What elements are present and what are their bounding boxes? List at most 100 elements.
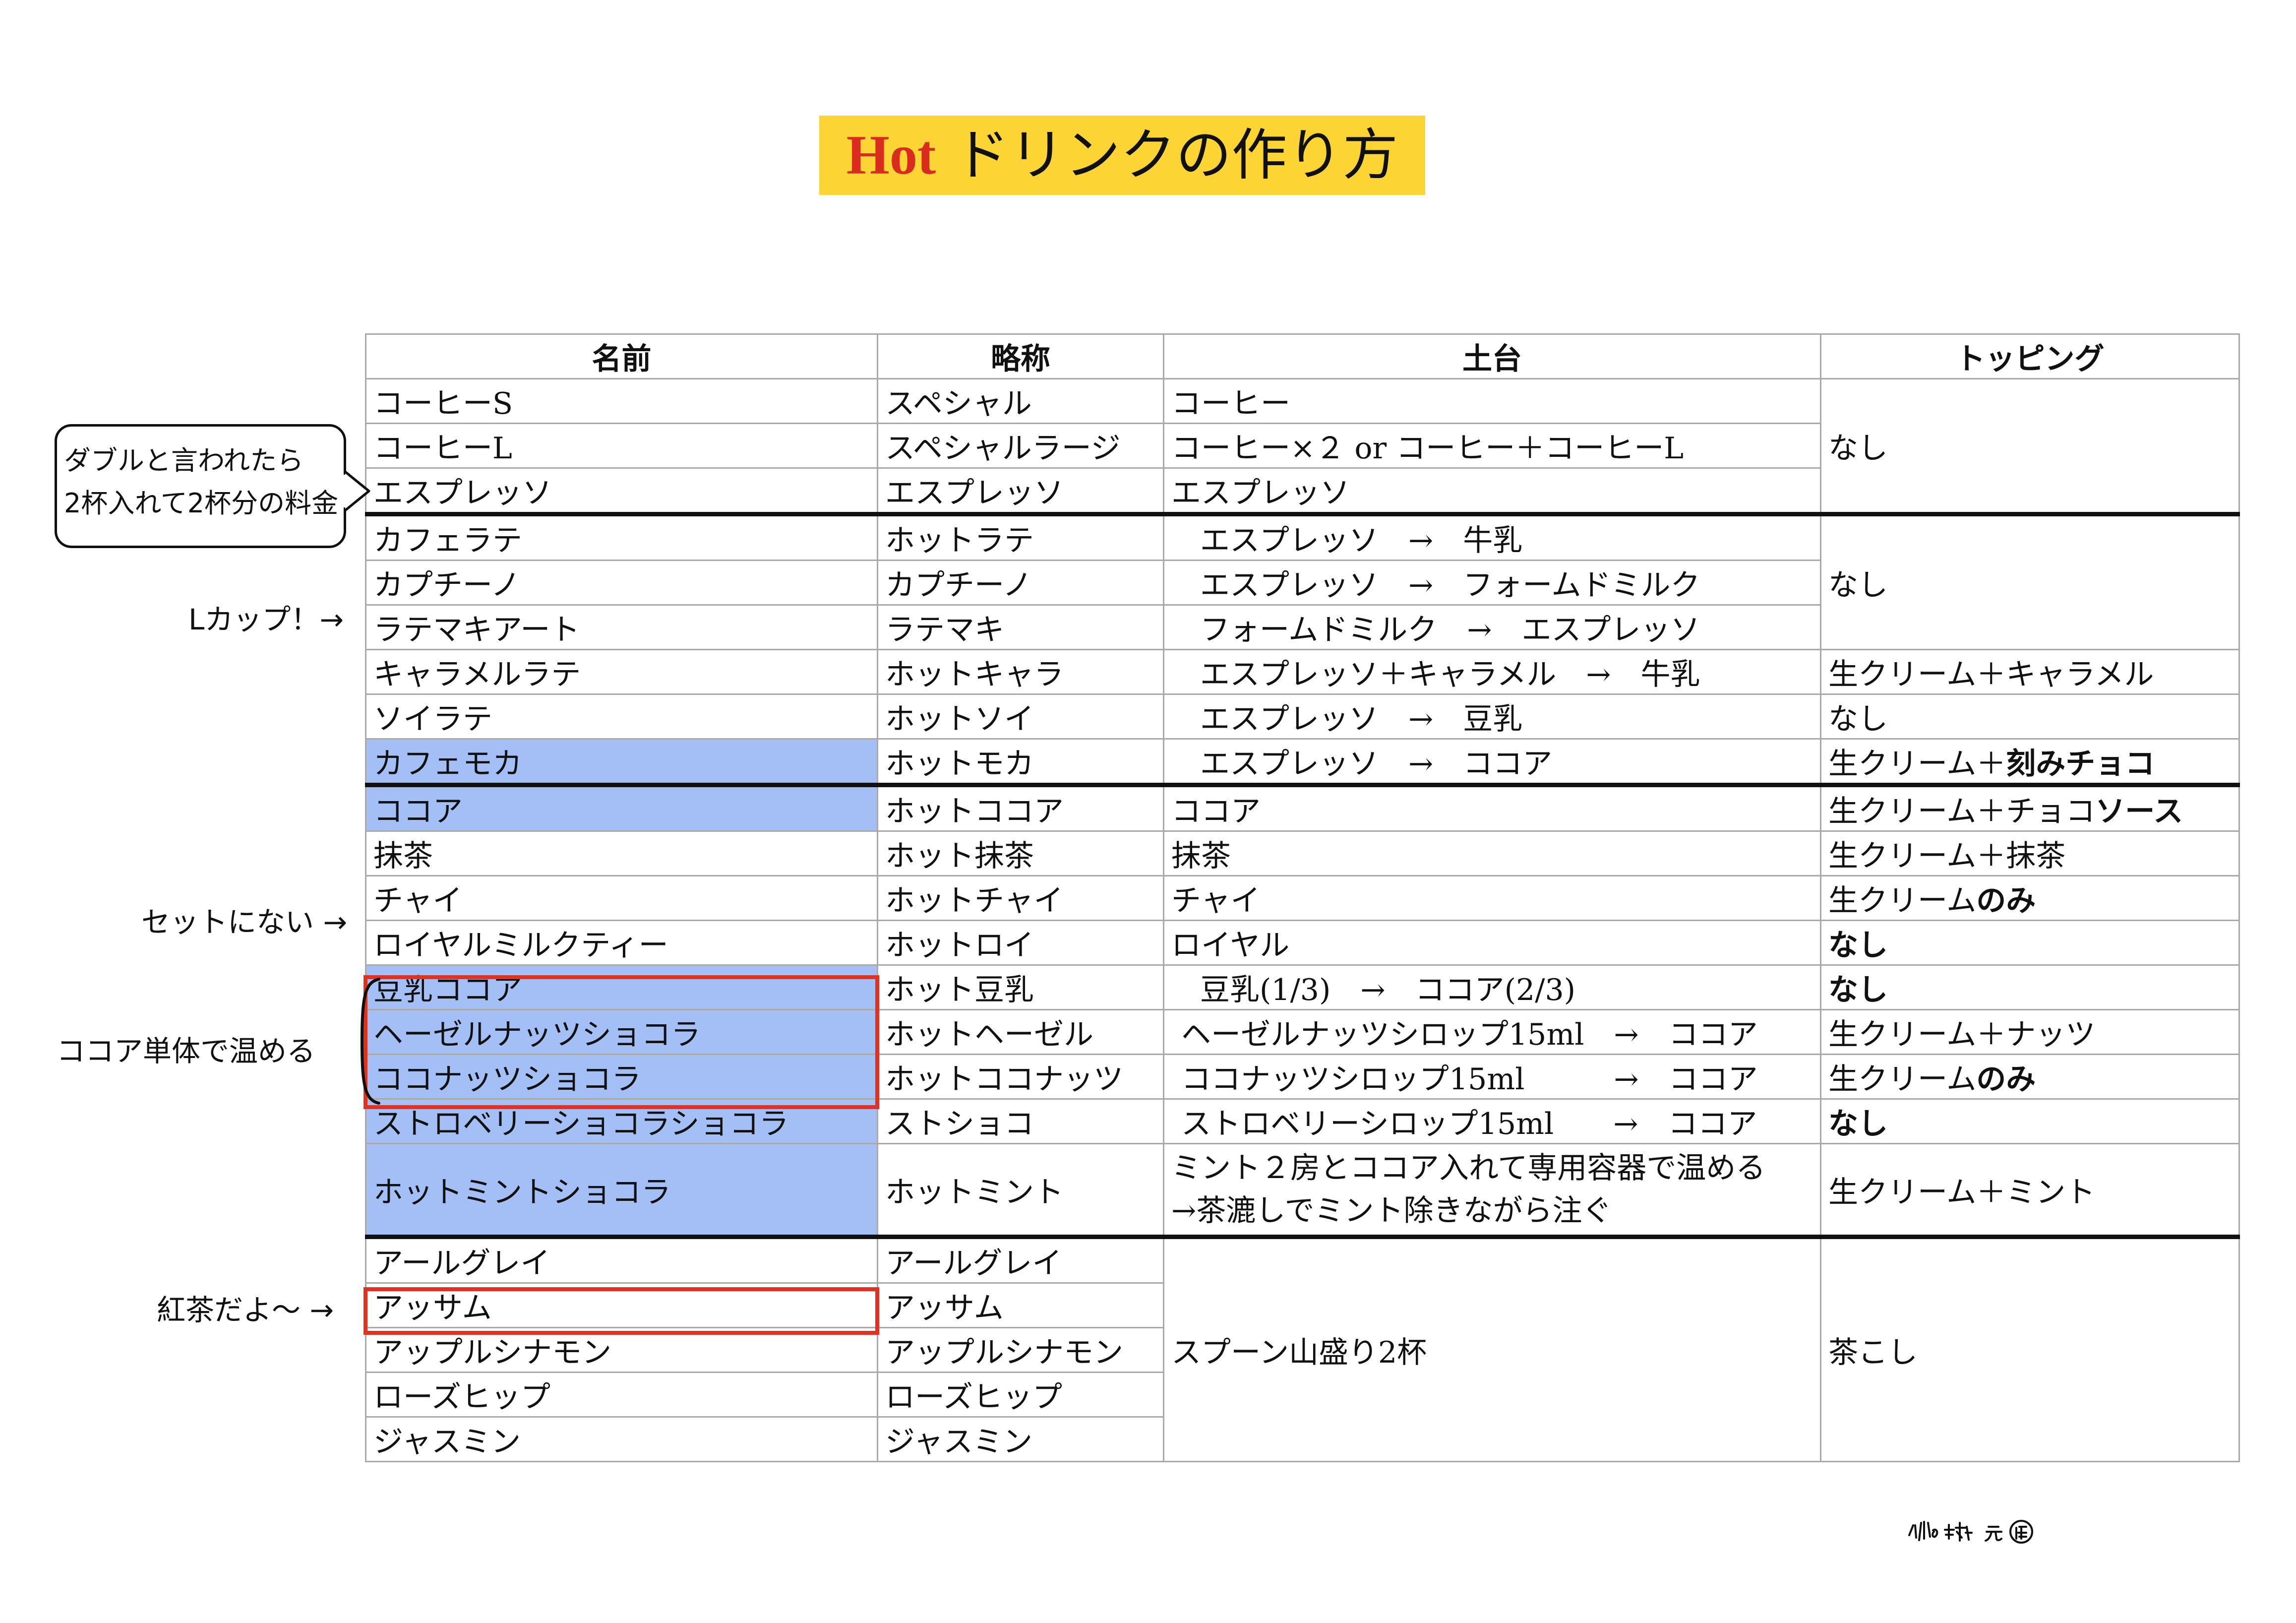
cell-name: ココア <box>365 783 878 832</box>
apple-cinnamon-highlight-box <box>363 1287 879 1335</box>
annotation-not-set: セットにない → <box>141 905 348 939</box>
cell-name: ジャスミン <box>365 1416 878 1462</box>
cell-base: ストロベリーシロップ15ml → ココア <box>1163 1098 1821 1144</box>
header-topping: トッピング <box>1820 333 2240 379</box>
cell-base: 抹茶 <box>1163 830 1821 876</box>
cell-base: ココア <box>1163 783 1821 832</box>
double-note-line-1: ダブルと言われたら <box>64 445 304 476</box>
cell-abbr: ホット豆乳 <box>877 964 1164 1010</box>
cell-name: ラテマキアート <box>365 604 878 650</box>
header-abbr: 略称 <box>877 333 1164 379</box>
page-title: Hot ドリンクの作り方 <box>819 116 1425 195</box>
bubble-tail-icon <box>343 471 370 511</box>
cell-abbr: カプチーノ <box>877 560 1164 606</box>
cell-topping: 茶こし <box>1820 1235 2240 1462</box>
cell-name: キャラメルラテ <box>365 649 878 695</box>
cell-name: エスプレッソ <box>365 467 878 515</box>
cell-abbr: アールグレイ <box>877 1235 1164 1284</box>
table-row: ロイヤルミルクティー ホットロイ ロイヤル なし <box>365 920 2240 966</box>
cell-topping: 生クリームのみ <box>1820 1054 2240 1100</box>
table-row: 抹茶 ホット抹茶 抹茶 生クリーム＋抹茶 <box>365 830 2240 876</box>
cell-abbr: ローズヒップ <box>877 1372 1164 1418</box>
cell-abbr: ホットココア <box>877 783 1164 832</box>
cell-base: フォームドミルク → エスプレッソ <box>1163 604 1821 650</box>
cell-abbr: ホットミント <box>877 1143 1164 1238</box>
cell-abbr: スペシャル <box>877 378 1164 424</box>
cell-base: エスプレッソ <box>1163 467 1821 515</box>
cell-base: エスプレッソ → ココア <box>1163 738 1821 786</box>
cell-topping: 生クリーム＋キャラメル <box>1820 649 2240 695</box>
topping-part-bold: ソース <box>2095 794 2183 829</box>
cell-topping: なし <box>1820 512 2240 650</box>
cell-abbr: ホットチャイ <box>877 875 1164 921</box>
cell-topping: なし <box>1820 693 2240 740</box>
cell-name: カフェラテ <box>365 512 878 561</box>
table-row: カフェモカ ホットモカ エスプレッソ → ココア 生クリーム＋刻みチョコ <box>365 738 2240 786</box>
cell-abbr: ラテマキ <box>877 604 1164 650</box>
cell-name: コーヒーL <box>365 423 878 469</box>
topping-part: 生クリーム＋チョコ <box>1828 794 2096 829</box>
double-note-bubble: ダブルと言われたら 2杯入れて2杯分の料金 <box>55 424 346 548</box>
cell-base: エスプレッソ → 牛乳 <box>1163 512 1821 561</box>
cocoa-heat-highlight-box <box>363 975 879 1109</box>
cell-topping: 生クリーム＋ミント <box>1820 1143 2240 1238</box>
double-note-line-2: 2杯入れて2杯分の料金 <box>64 488 339 519</box>
cell-abbr: ジャスミン <box>877 1416 1164 1462</box>
cell-name: カプチーノ <box>365 560 878 606</box>
cell-abbr: ホットモカ <box>877 738 1164 786</box>
cell-abbr: ホットヘーゼル <box>877 1009 1164 1055</box>
topping-part: 生クリーム <box>1828 883 1977 918</box>
header-name: 名前 <box>365 333 878 379</box>
cell-name: コーヒーS <box>365 378 878 424</box>
header-base: 土台 <box>1163 333 1821 379</box>
topping-part-bold: のみ <box>1976 1062 2036 1097</box>
table-header-row: 名前 略称 土台 トッピング <box>365 333 2240 379</box>
table-row: チャイ ホットチャイ チャイ 生クリームのみ <box>365 875 2240 921</box>
brace-icon <box>360 978 380 1105</box>
cell-topping: なし <box>1820 964 2240 1010</box>
cell-base: コーヒー <box>1163 378 1821 424</box>
cell-abbr: ホットキャラ <box>877 649 1164 695</box>
cell-topping: なし <box>1820 1098 2240 1144</box>
topping-part: 生クリーム＋ <box>1828 747 2006 781</box>
table-row: ソイラテ ホットソイ エスプレッソ → 豆乳 なし <box>365 693 2240 740</box>
cell-topping: 生クリーム＋ナッツ <box>1820 1009 2240 1055</box>
cell-name: チャイ <box>365 875 878 921</box>
cell-abbr: ホットロイ <box>877 920 1164 966</box>
cell-name: アールグレイ <box>365 1235 878 1284</box>
cell-topping: なし <box>1820 920 2240 966</box>
cell-name: ロイヤルミルクティー <box>365 920 878 966</box>
cell-topping: 生クリームのみ <box>1820 875 2240 921</box>
cell-abbr: ホットソイ <box>877 693 1164 740</box>
cell-base: エスプレッソ＋キャラメル → 牛乳 <box>1163 649 1821 695</box>
annotation-cocoa-heat: ココア単体で温める <box>57 1034 316 1068</box>
table-row: アールグレイ アールグレイ スプーン山盛り2杯 茶こし <box>365 1235 2240 1462</box>
table-row: カフェラテ ホットラテ エスプレッソ → 牛乳 なし <box>365 512 2240 650</box>
cell-topping: なし <box>1820 378 2240 515</box>
base-line-2: →茶漉しでミント除きながら注ぐ <box>1171 1193 1612 1228</box>
cell-base: ミント２房とココア入れて専用容器で温める →茶漉しでミント除きながら注ぐ <box>1163 1143 1821 1238</box>
topping-part-bold: 刻みチョコ <box>2006 747 2155 781</box>
cell-name: カフェモカ <box>365 738 878 786</box>
table-row: コーヒーS スペシャル コーヒー なし <box>365 378 2240 515</box>
cell-topping: 生クリーム＋刻みチョコ <box>1820 738 2240 786</box>
cell-base: ヘーゼルナッツシロップ15ml → ココア <box>1163 1009 1821 1055</box>
cell-base: コーヒー×２ or コーヒー＋コーヒーL <box>1163 423 1821 469</box>
cell-name: ローズヒップ <box>365 1372 878 1418</box>
cell-base: 豆乳(1/3) → ココア(2/3) <box>1163 964 1821 1010</box>
title-hot: Hot <box>846 125 936 186</box>
cell-abbr: アッサム <box>877 1282 1164 1328</box>
cell-base: エスプレッソ → フォームドミルク <box>1163 560 1821 606</box>
cell-abbr: ストショコ <box>877 1098 1164 1144</box>
annotation-lcup: Lカップ！→ <box>188 603 344 636</box>
cell-name: 抹茶 <box>365 830 878 876</box>
handwritten-signature-icon <box>1908 1520 2033 1544</box>
cell-base: ココナッツシロップ15ml → ココア <box>1163 1054 1821 1100</box>
cell-topping: 生クリーム＋抹茶 <box>1820 830 2240 876</box>
base-line-1: ミント２房とココア入れて専用容器で温める <box>1171 1151 1766 1186</box>
cell-base: ロイヤル <box>1163 920 1821 966</box>
cell-abbr: ホット抹茶 <box>877 830 1164 876</box>
cell-abbr: ホットラテ <box>877 512 1164 561</box>
table-row: ココア ホットココア ココア 生クリーム＋チョコソース <box>365 783 2240 832</box>
annotation-tea: 紅茶だよ〜 → <box>157 1293 334 1327</box>
